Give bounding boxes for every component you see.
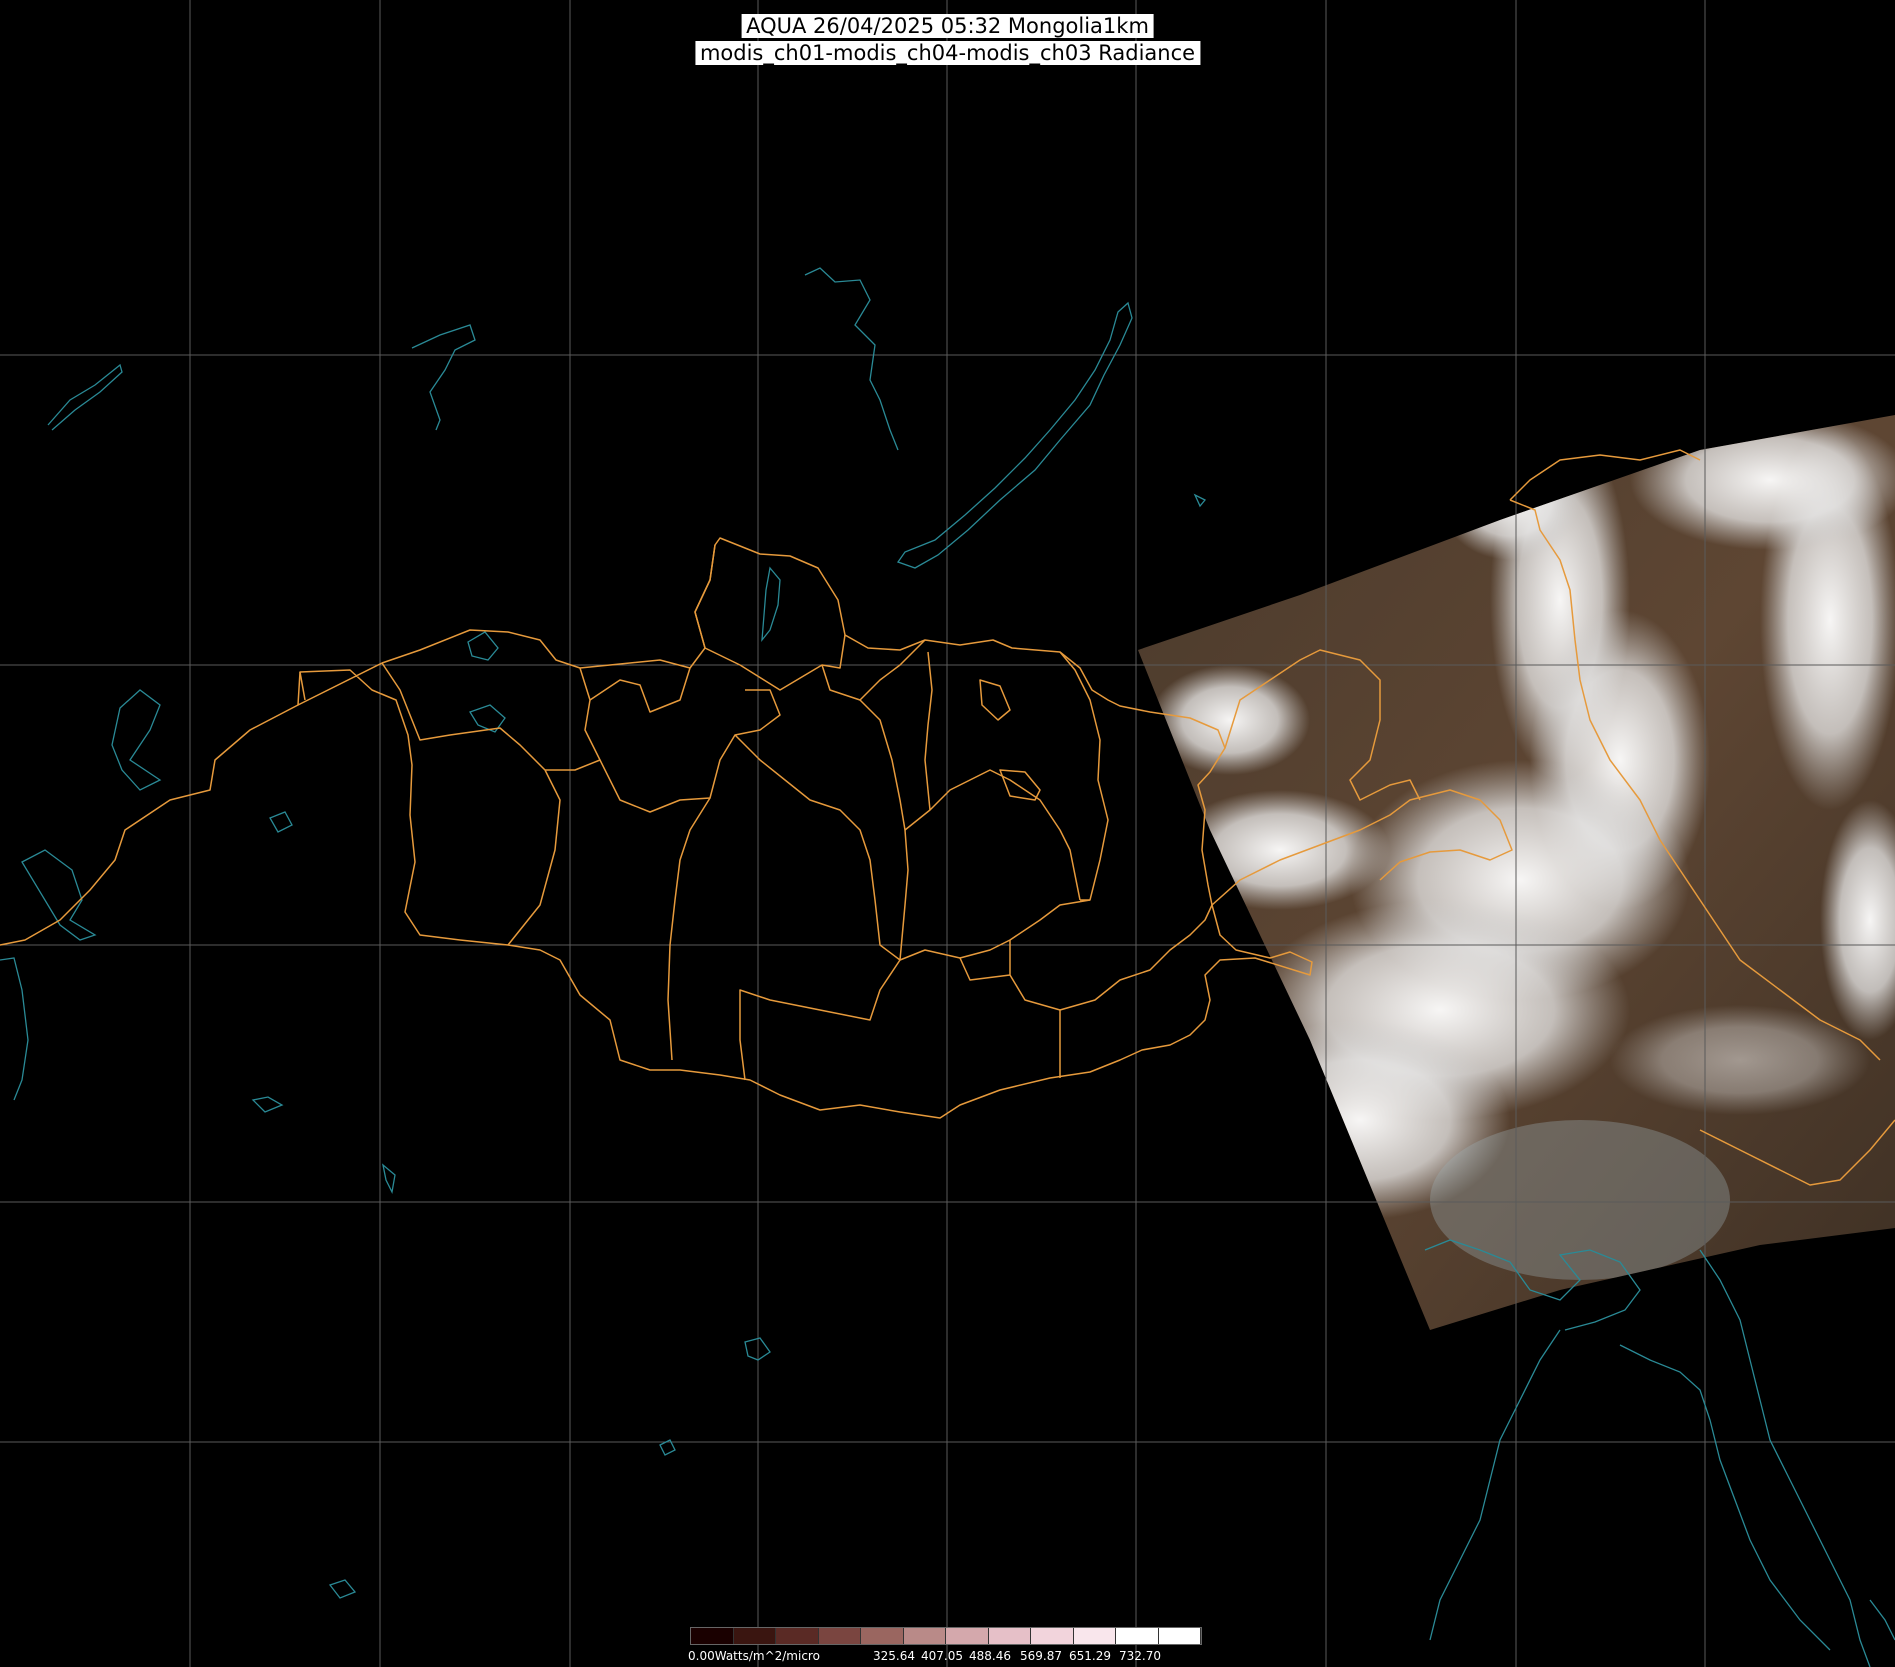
uvs-lake-outline xyxy=(979,679,1011,721)
small-lake-b xyxy=(251,1096,284,1113)
small-lake-a xyxy=(269,811,293,833)
korea-coast xyxy=(1699,1249,1871,1667)
province-line-1 xyxy=(381,662,546,771)
province-line-2 xyxy=(507,769,561,946)
province-line-9 xyxy=(667,797,711,1061)
small-lake-e xyxy=(328,1579,357,1599)
legend-tick-label: 651.29 xyxy=(1069,1649,1111,1663)
japan-coast xyxy=(1869,1599,1895,1641)
province-line-8 xyxy=(734,734,901,961)
province-line-15 xyxy=(1009,904,1213,1011)
legend-swatch xyxy=(1116,1628,1159,1644)
province-line-12 xyxy=(924,651,933,811)
legend-swatch xyxy=(861,1628,904,1644)
province-line-14 xyxy=(899,899,1091,961)
legend-tick-label: 488.46 xyxy=(969,1649,1011,1663)
legend-tick-label: 569.87 xyxy=(1020,1649,1062,1663)
legend-color-bar xyxy=(690,1627,1202,1645)
legend-swatch xyxy=(733,1628,776,1644)
reservoir-west xyxy=(411,324,476,431)
lake-baikal-outline xyxy=(896,301,1133,569)
province-line-10 xyxy=(859,699,909,961)
khovsgol-lake xyxy=(761,566,781,643)
legend-swatch xyxy=(988,1628,1031,1644)
province-line-5 xyxy=(599,689,781,813)
legend-tick-label: 732.70 xyxy=(1119,1649,1161,1663)
province-line-3 xyxy=(545,667,601,771)
kazakh-border xyxy=(299,671,306,701)
legend-min-label: 0.00Watts/m^2/micro xyxy=(688,1649,820,1663)
satellite-map xyxy=(0,0,1895,1667)
small-lake-c xyxy=(382,1163,396,1195)
legend-swatch xyxy=(1073,1628,1116,1644)
province-line-13 xyxy=(1059,651,1109,901)
legend-swatch xyxy=(946,1628,989,1644)
legend-swatch xyxy=(1031,1628,1074,1644)
legend-swatch xyxy=(776,1628,819,1644)
west-lake-cluster xyxy=(111,689,162,791)
mongolia-outline xyxy=(297,537,1313,1119)
angara-river xyxy=(804,267,899,451)
legend-labels: 0.00Watts/m^2/micro 325.64 407.05 488.46… xyxy=(688,1649,1204,1665)
russia-border xyxy=(0,704,299,946)
small-lake-g xyxy=(1193,493,1207,508)
province-line-4 xyxy=(589,667,691,713)
legend-swatch xyxy=(1158,1628,1201,1644)
west-coast xyxy=(0,957,29,1101)
legend-swatch xyxy=(903,1628,946,1644)
reservoir-far-west xyxy=(47,363,123,431)
uvs-lake xyxy=(467,631,499,661)
legend-tick-label: 407.05 xyxy=(921,1649,963,1663)
legend-swatch xyxy=(818,1628,861,1644)
title-line-2: modis_ch01-modis_ch04-modis_ch03 Radianc… xyxy=(694,41,1201,65)
province-line-11 xyxy=(904,769,1081,901)
title-line-1: AQUA 26/04/2025 05:32 Mongolia1km xyxy=(741,14,1154,38)
province-line-16 xyxy=(739,959,901,1081)
province-line-17 xyxy=(959,957,1011,981)
legend-swatch xyxy=(691,1628,734,1644)
legend-tick-label: 325.64 xyxy=(873,1649,915,1663)
color-legend: 0.00Watts/m^2/micro 325.64 407.05 488.46… xyxy=(688,1627,1204,1667)
china-east-coast xyxy=(1429,1329,1561,1641)
